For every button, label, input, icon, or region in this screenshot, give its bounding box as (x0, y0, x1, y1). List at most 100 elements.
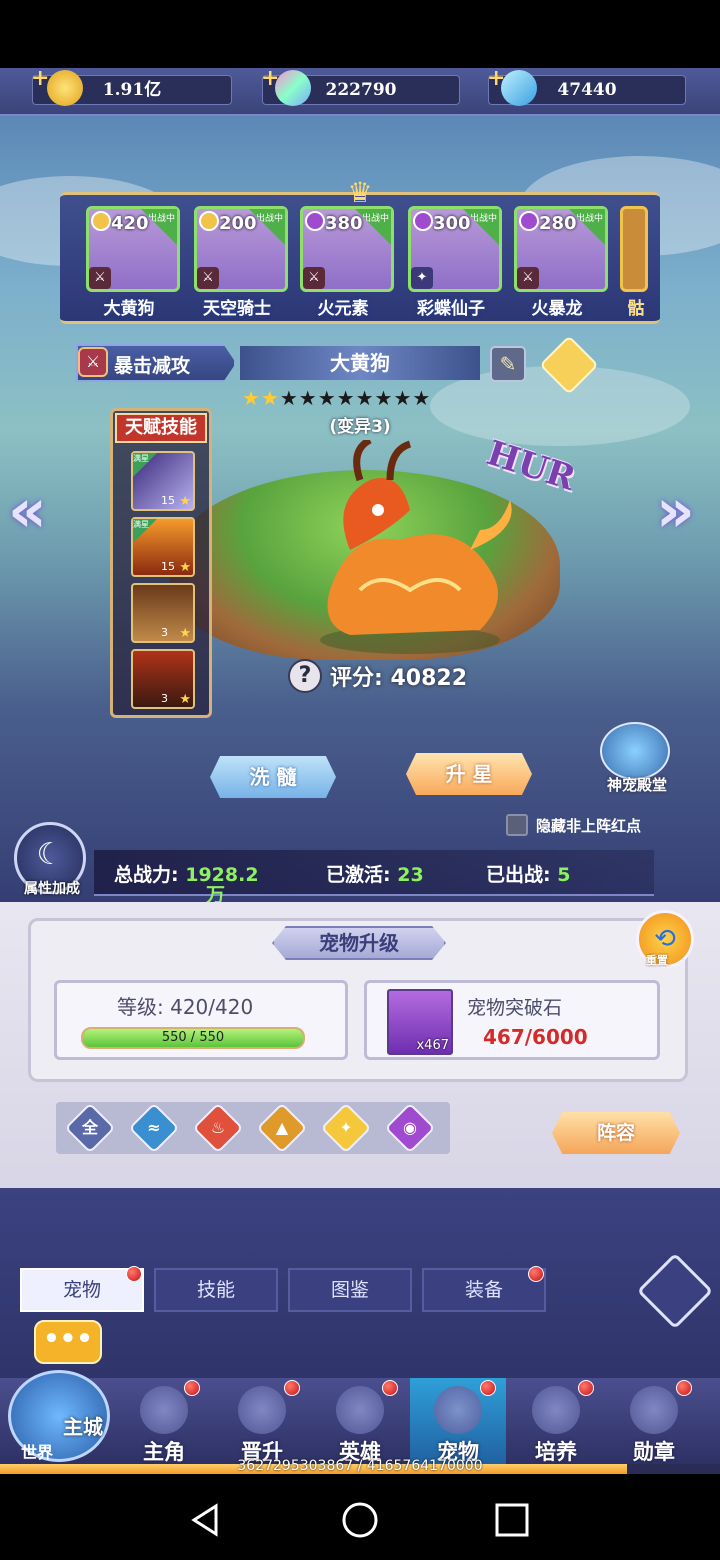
attribute-bonus-label[interactable]: 属性加成 (12, 878, 92, 898)
talent-slot-3[interactable]: 3 ★ (131, 583, 195, 643)
all-element-icon[interactable]: 全 (64, 1102, 116, 1154)
talent-skills-panel: 天赋技能 满星 15 ★ 满星 15 ★ 3 ★ 3 ★ (110, 408, 212, 718)
next-pet-arrow-icon[interactable]: » (656, 476, 695, 546)
sword-class-icon: ⚔ (303, 267, 325, 289)
red-dot-icon (480, 1380, 496, 1396)
star-icon: ★ (179, 692, 191, 707)
gold-currency[interactable]: + 1.91亿 (31, 65, 232, 106)
talent-title: 天赋技能 (115, 413, 207, 443)
level-text: 等级: 420/420 (117, 991, 253, 1020)
purple-crystal-icon[interactable]: x467 (387, 989, 453, 1055)
pet-level: 380 (325, 213, 363, 234)
wash-button[interactable]: 洗 髓 (210, 756, 336, 798)
pet-name: 火暴龙 (531, 299, 583, 319)
crown-ornament-icon: ♛ (347, 176, 373, 209)
home-icon[interactable] (340, 1500, 380, 1540)
earth-element-icon[interactable]: ▲ (256, 1102, 308, 1154)
pet-skill-bar[interactable]: ⚔ 暴击减攻 (76, 344, 236, 382)
hero-icon (140, 1386, 188, 1434)
red-dot-icon (184, 1380, 200, 1396)
gem-value: 47440 (557, 80, 617, 100)
talent-slot-1[interactable]: 满星 15 ★ (131, 451, 195, 511)
diamond-value: 222790 (325, 80, 397, 100)
main-city-button[interactable]: 主城 世界 (8, 1370, 110, 1462)
water-element-icon[interactable]: ≈ (128, 1102, 180, 1154)
pet-name: 彩蝶仙子 (417, 299, 485, 319)
pet-card-6[interactable] (620, 206, 648, 292)
red-dot-icon (284, 1380, 300, 1396)
talent-count: 3 (161, 626, 168, 639)
deployed-count: 已出战: 5 (486, 860, 570, 887)
fire-element-icon[interactable]: ♨ (192, 1102, 244, 1154)
selected-pet-name: 大黄狗 (240, 346, 480, 380)
shadow-element-icon (519, 211, 539, 231)
dim-stars: ★★★★★★★★ (279, 386, 432, 410)
sword-class-icon: ⚔ (89, 267, 111, 289)
exp-text: 550 / 550 (161, 1030, 225, 1045)
star-icon: ★ (179, 560, 191, 575)
blue-diamond-icon (501, 70, 537, 106)
all-filter-label: 全 (81, 1118, 98, 1137)
sword-class-icon: ⚔ (197, 267, 219, 289)
previous-pet-arrow-icon[interactable]: « (8, 476, 47, 546)
pet-level: 300 (433, 213, 471, 234)
currency-bar: + 1.91亿 + 222790 + 47440 (0, 65, 720, 116)
activated-label: 已激活: (326, 864, 391, 886)
pet-level: 420 (111, 213, 149, 234)
deployed-value: 5 (557, 864, 571, 886)
pet-card-4[interactable]: 300 出战中 ✦ (408, 206, 502, 292)
gem-currency[interactable]: + 47440 (487, 65, 686, 106)
pet-temple-icon[interactable] (600, 722, 670, 780)
pet-temple-label[interactable]: 神宠殿堂 (592, 774, 682, 795)
talent-slot-4[interactable]: 3 ★ (131, 649, 195, 709)
main-city-label: 主城 (63, 1415, 103, 1439)
variant-label: (变异3) (329, 417, 391, 437)
star-up-button[interactable]: 升 星 (406, 753, 532, 795)
help-question-icon[interactable]: ? (288, 659, 322, 693)
tab-skills[interactable]: 技能 (154, 1268, 278, 1312)
light-element-icon[interactable]: ✦ (320, 1102, 372, 1154)
score-text: 评分: 40822 (330, 660, 467, 692)
talent-slot-2[interactable]: 满星 15 ★ (131, 517, 195, 577)
talent-count: 15 (161, 494, 175, 507)
pet-card-1[interactable]: 420 出战中 ⚔ (86, 206, 180, 292)
light-element-icon (199, 211, 219, 231)
reset-label[interactable]: 重置 (646, 952, 668, 968)
tab-codex[interactable]: 图鉴 (288, 1268, 412, 1312)
train-icon (532, 1386, 580, 1434)
pet-level: 200 (219, 213, 257, 234)
pet-level: 280 (539, 213, 577, 234)
android-nav-bar (0, 1474, 720, 1560)
exp-bar: 550 / 550 (81, 1027, 305, 1049)
activated-count: 已激活: 23 (326, 860, 424, 887)
level-label: 等级: (117, 995, 164, 1019)
pet-icon (434, 1386, 482, 1434)
game-screen: + 1.91亿 + 222790 + 47440 ♛ 420 出战中 ⚔ 200… (0, 0, 720, 1560)
shadow-element-icon[interactable]: ◉ (384, 1102, 436, 1154)
pet-name: 天空骑士 (203, 299, 271, 319)
star-icon: ★ (179, 494, 191, 509)
level-value: 420/420 (170, 995, 254, 1019)
pet-score: ? 评分: 40822 (288, 656, 467, 696)
rename-quill-icon[interactable]: ✎ (490, 346, 526, 382)
lineup-button[interactable]: 阵容 (552, 1112, 680, 1154)
red-dot-icon (528, 1266, 544, 1282)
stone-owned-count: x467 (416, 1038, 449, 1053)
chat-bubble-icon[interactable]: ••• (34, 1320, 102, 1364)
gold-value: 1.91亿 (102, 80, 162, 100)
pet-card-2[interactable]: 200 出战中 ⚔ (194, 206, 288, 292)
pet-card-3[interactable]: 380 出战中 ⚔ (300, 206, 394, 292)
pet-skill-name: 暴击减攻 (114, 355, 191, 377)
red-dot-icon (578, 1380, 594, 1396)
hide-red-dot-checkbox[interactable] (506, 814, 528, 836)
hide-red-dot-toggle[interactable]: 隐藏非上阵红点 (506, 814, 641, 836)
stone-name: 宠物突破石 (467, 997, 563, 1019)
back-icon[interactable] (186, 1500, 226, 1540)
shadow-element-icon (413, 211, 433, 231)
pet-card-5[interactable]: 280 出战中 ⚔ (514, 206, 608, 292)
breakthrough-stone-box[interactable]: x467 宠物突破石 467/6000 (364, 980, 660, 1060)
recents-icon[interactable] (492, 1500, 532, 1540)
diamond-currency[interactable]: + 222790 (261, 65, 460, 106)
pet-name: 骷 (627, 299, 645, 319)
hide-red-dot-label: 隐藏非上阵红点 (536, 816, 642, 835)
